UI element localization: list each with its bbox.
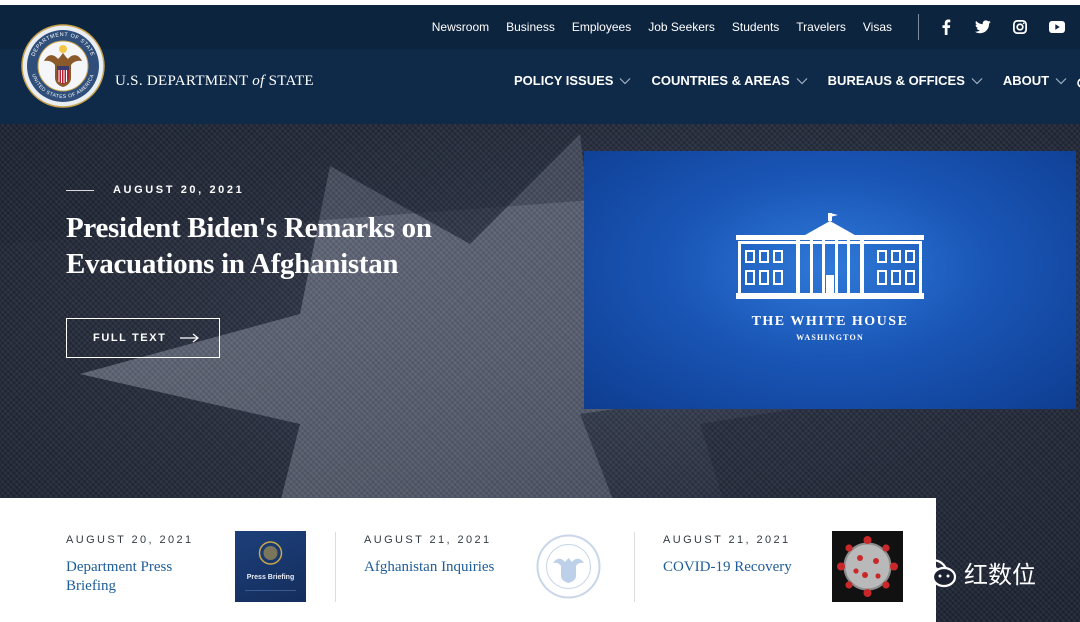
chevron-down-icon xyxy=(796,77,808,84)
wordmark-part: STATE xyxy=(264,73,314,89)
news-card-press-briefing[interactable]: AUGUST 20, 2021 Department Press Briefin… xyxy=(0,498,335,622)
nav-bureaus-offices[interactable]: BUREAUS & OFFICES xyxy=(828,73,983,88)
utility-link-job-seekers[interactable]: Job Seekers xyxy=(648,20,715,34)
site-header: Newsroom Business Employees Job Seekers … xyxy=(0,5,1080,124)
hero-headline[interactable]: President Biden's Remarks on Evacuations… xyxy=(66,210,446,282)
card-date: AUGUST 20, 2021 xyxy=(66,534,194,546)
search-icon[interactable] xyxy=(1074,78,1080,90)
utility-link-students[interactable]: Students xyxy=(732,20,779,34)
white-house-title: THE WHITE HOUSE xyxy=(751,314,909,329)
hero-date-rule xyxy=(66,190,94,191)
utility-link-travelers[interactable]: Travelers xyxy=(796,20,846,34)
full-text-button-label: FULL TEXT xyxy=(93,332,167,344)
chevron-down-icon xyxy=(1055,77,1067,84)
nav-countries-areas[interactable]: COUNTRIES & AREAS xyxy=(651,73,808,88)
white-house-card[interactable]: THE WHITE HOUSE WASHINGTON xyxy=(584,151,1076,409)
nav-label: COUNTRIES & AREAS xyxy=(651,73,790,88)
card-date: AUGUST 21, 2021 xyxy=(663,534,791,546)
card-title[interactable]: COVID-19 Recovery xyxy=(663,558,813,577)
nav-label: ABOUT xyxy=(1002,73,1050,88)
social-links xyxy=(936,5,1067,49)
hero-date: AUGUST 20, 2021 xyxy=(113,184,245,196)
nav-label: POLICY ISSUES xyxy=(514,73,614,88)
nav-about[interactable]: ABOUT xyxy=(1003,73,1067,88)
twitter-icon[interactable] xyxy=(973,17,993,37)
utility-bar: Newsroom Business Employees Job Seekers … xyxy=(0,5,1080,49)
department-wordmark[interactable]: U.S. DEPARTMENT of STATE xyxy=(115,73,314,90)
wechat-watermark: 红数位 xyxy=(916,555,1036,590)
utility-link-visas[interactable]: Visas xyxy=(863,20,892,34)
utility-link-business[interactable]: Business xyxy=(506,20,555,34)
youtube-icon[interactable] xyxy=(1047,17,1067,37)
news-cards: AUGUST 20, 2021 Department Press Briefin… xyxy=(0,498,936,622)
card-title[interactable]: Department Press Briefing xyxy=(66,558,186,596)
instagram-icon[interactable] xyxy=(1010,17,1030,37)
utility-divider xyxy=(918,14,919,40)
news-card-afghanistan[interactable]: AUGUST 21, 2021 Afghanistan Inquiries xyxy=(335,498,634,622)
news-card-covid[interactable]: AUGUST 21, 2021 COVID-19 Recovery xyxy=(634,498,936,622)
press-briefing-thumbnail[interactable]: Press Briefing xyxy=(235,531,306,602)
full-text-button[interactable]: FULL TEXT xyxy=(66,318,220,358)
utility-nav: Newsroom Business Employees Job Seekers … xyxy=(432,5,892,49)
covid-virus-thumbnail[interactable] xyxy=(832,531,903,602)
utility-link-employees[interactable]: Employees xyxy=(572,20,631,34)
wechat-icon xyxy=(916,558,957,587)
nav-policy-issues[interactable]: POLICY ISSUES xyxy=(514,73,631,88)
card-date: AUGUST 21, 2021 xyxy=(364,534,492,546)
white-house-logo-icon xyxy=(736,213,924,299)
wordmark-of: of xyxy=(252,73,265,89)
wordmark-part: U.S. DEPARTMENT xyxy=(115,73,253,89)
main-nav: POLICY ISSUES COUNTRIES & AREAS BUREAUS … xyxy=(514,73,1067,88)
arrow-right-icon xyxy=(180,333,200,343)
nav-label: BUREAUS & OFFICES xyxy=(827,73,965,88)
facebook-icon[interactable] xyxy=(936,17,956,37)
utility-link-newsroom[interactable]: Newsroom xyxy=(432,20,489,34)
chevron-down-icon xyxy=(971,77,983,84)
watermark-text: 红数位 xyxy=(964,561,1036,589)
card-title[interactable]: Afghanistan Inquiries xyxy=(364,558,514,577)
department-seal-logo[interactable]: DEPARTMENT OF STATE UNITED STATES OF AME… xyxy=(20,23,106,109)
chevron-down-icon xyxy=(620,77,631,84)
white-house-subtitle: WASHINGTON xyxy=(796,333,864,342)
department-seal-thumbnail[interactable] xyxy=(533,531,604,602)
thumbnail-caption: Press Briefing xyxy=(247,574,294,581)
